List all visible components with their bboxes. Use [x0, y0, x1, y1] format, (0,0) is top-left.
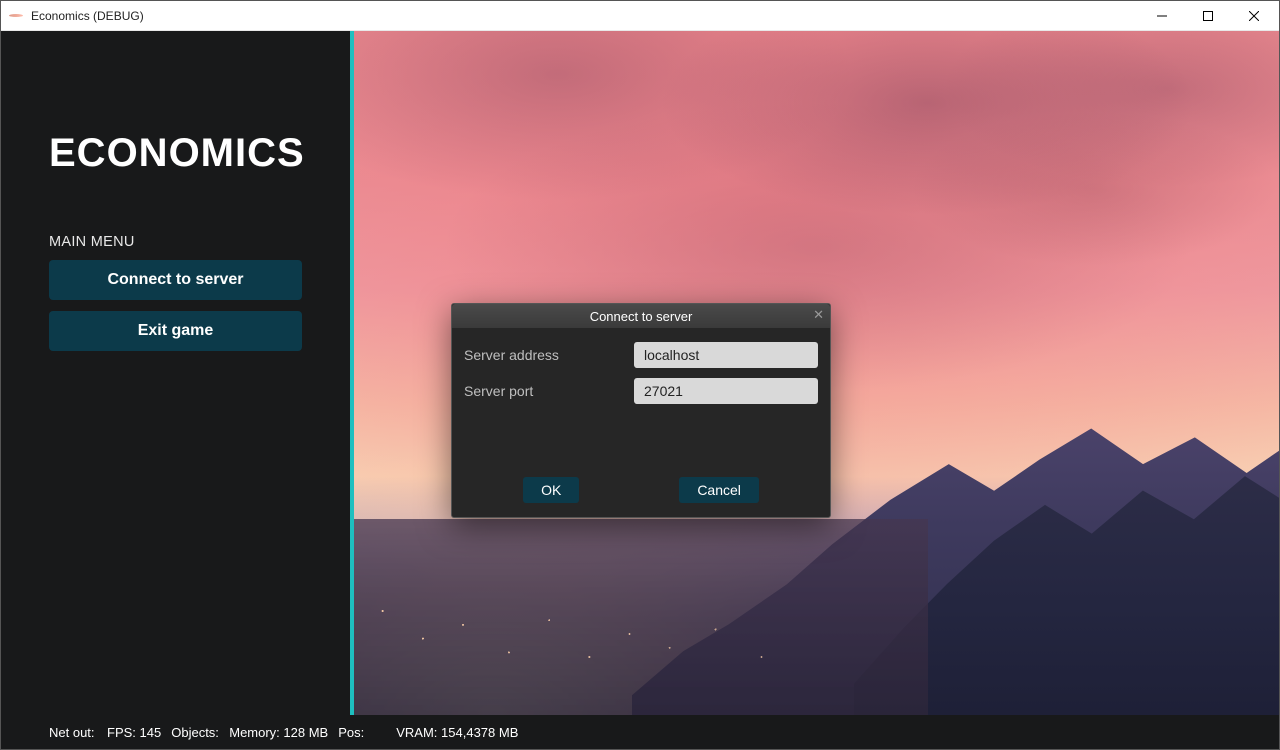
connect-dialog: Connect to server ✕ Server address Serve…	[451, 303, 831, 518]
dialog-body: Server address Server port	[452, 328, 830, 467]
server-port-label: Server port	[464, 383, 634, 399]
vram-stat: VRAM: 154,4378 MB	[396, 725, 518, 740]
minimize-button[interactable]	[1139, 1, 1185, 31]
app-icon	[9, 12, 23, 20]
game-title: ECONOMICS	[49, 131, 302, 176]
port-row: Server port	[464, 378, 818, 404]
close-button[interactable]	[1231, 1, 1277, 31]
titlebar-left: Economics (DEBUG)	[9, 9, 144, 23]
dialog-footer: OK Cancel	[452, 467, 830, 517]
server-address-label: Server address	[464, 347, 634, 363]
maximize-button[interactable]	[1185, 1, 1231, 31]
fps-stat: FPS: 145	[107, 725, 161, 740]
objects-label: Objects:	[171, 725, 219, 740]
window-controls	[1139, 1, 1277, 31]
server-address-input[interactable]	[634, 342, 818, 368]
status-bar: Net out: FPS: 145 Objects: Memory: 128 M…	[1, 715, 1279, 749]
window-title: Economics (DEBUG)	[31, 9, 144, 23]
close-icon[interactable]: ✕	[813, 308, 824, 321]
ok-button[interactable]: OK	[523, 477, 579, 503]
titlebar[interactable]: Economics (DEBUG)	[1, 1, 1279, 31]
main-menu-label: MAIN MENU	[49, 234, 302, 250]
window-frame: Economics (DEBUG) ECONOMICS MAIN MENU Co…	[0, 0, 1280, 750]
exit-game-button[interactable]: Exit game	[49, 311, 302, 351]
dialog-header[interactable]: Connect to server ✕	[452, 304, 830, 328]
address-row: Server address	[464, 342, 818, 368]
cancel-button[interactable]: Cancel	[679, 477, 759, 503]
dialog-title: Connect to server	[590, 309, 693, 324]
netout-label: Net out:	[49, 725, 97, 740]
sidebar: ECONOMICS MAIN MENU Connect to server Ex…	[1, 31, 350, 749]
pos-label: Pos:	[338, 725, 364, 740]
connect-to-server-button[interactable]: Connect to server	[49, 260, 302, 300]
server-port-input[interactable]	[634, 378, 818, 404]
app-body: ECONOMICS MAIN MENU Connect to server Ex…	[1, 31, 1279, 749]
memory-stat: Memory: 128 MB	[229, 725, 328, 740]
